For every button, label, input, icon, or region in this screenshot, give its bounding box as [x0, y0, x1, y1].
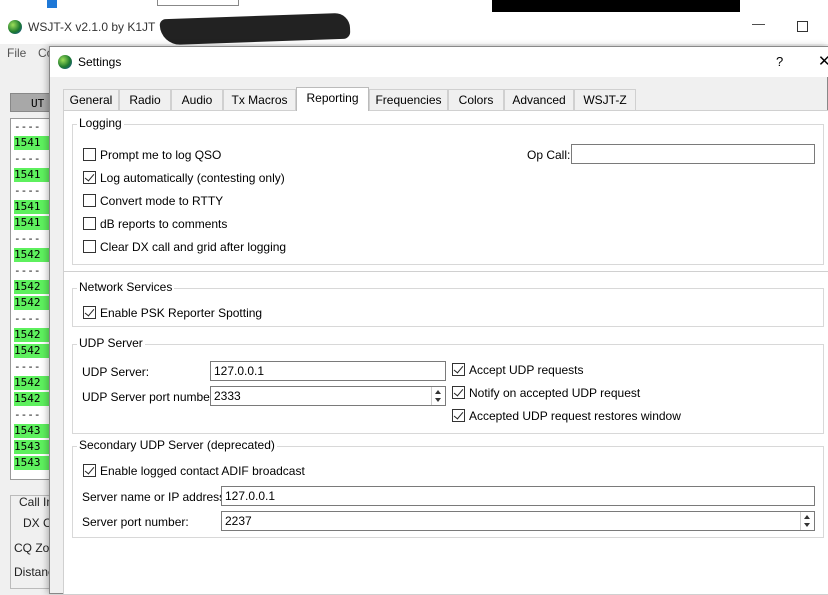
- maximize-icon[interactable]: [797, 21, 808, 32]
- waterfall-strip: [492, 0, 740, 12]
- udp-server-group: UDP Server UDP Server: 127.0.0.1 UDP Ser…: [72, 336, 824, 434]
- progress-indicator: [47, 0, 57, 8]
- help-icon[interactable]: ?: [776, 54, 783, 69]
- secondary-server-label: Server name or IP address:: [82, 490, 229, 504]
- convert-rtty-checkbox[interactable]: [83, 194, 96, 207]
- minimize-icon[interactable]: —: [752, 16, 765, 31]
- db-reports-checkbox[interactable]: [83, 217, 96, 230]
- prompt-log-qso-checkbox[interactable]: [83, 148, 96, 161]
- adif-broadcast-label: Enable logged contact ADIF broadcast: [100, 464, 305, 478]
- dialog-title: Settings: [78, 55, 122, 69]
- restore-window-label: Accepted UDP request restores window: [469, 409, 681, 423]
- psk-reporter-checkbox[interactable]: [83, 306, 96, 319]
- secondary-server-input[interactable]: 127.0.0.1: [221, 486, 815, 506]
- secondary-port-spin-arrows[interactable]: [800, 512, 814, 530]
- accept-udp-checkbox[interactable]: [452, 363, 465, 376]
- spin-up-icon[interactable]: [804, 515, 810, 519]
- adif-broadcast-checkbox[interactable]: [83, 464, 96, 477]
- dialog-title-bar: [50, 47, 828, 77]
- distance-label: Distanc: [14, 565, 55, 579]
- secondary-port-label: Server port number:: [82, 515, 189, 529]
- tab-advanced[interactable]: Advanced: [504, 89, 574, 110]
- tab-wsjt-z[interactable]: WSJT-Z: [574, 89, 636, 110]
- convert-rtty-label: Convert mode to RTTY: [100, 194, 224, 208]
- udp-server-title: UDP Server: [77, 336, 145, 350]
- logging-group: Logging Prompt me to log QSO Log automat…: [72, 116, 824, 265]
- call-info-label: Call In: [19, 495, 54, 509]
- tab-tx-macros[interactable]: Tx Macros: [223, 89, 296, 110]
- secondary-udp-group: Secondary UDP Server (deprecated) Enable…: [72, 438, 824, 538]
- spin-down-icon[interactable]: [804, 523, 810, 527]
- settings-dialog: Settings ? ✕ General Radio Audio Tx Macr…: [49, 46, 828, 595]
- app-globe-icon: [8, 20, 22, 34]
- logging-group-title: Logging: [77, 116, 124, 130]
- spin-up-icon[interactable]: [435, 390, 441, 394]
- main-window-title: WSJT-X v2.1.0 by K1JT: [28, 20, 156, 34]
- top-combo[interactable]: [157, 0, 239, 6]
- network-services-title: Network Services: [77, 280, 175, 294]
- log-automatically-label: Log automatically (contesting only): [100, 171, 285, 185]
- restore-window-checkbox[interactable]: [452, 409, 465, 422]
- tab-reporting[interactable]: Reporting: [296, 87, 369, 111]
- udp-server-label: UDP Server:: [82, 365, 150, 379]
- udp-port-value: 2333: [214, 389, 241, 403]
- close-icon[interactable]: ✕: [818, 52, 828, 70]
- udp-server-input[interactable]: 127.0.0.1: [210, 361, 446, 381]
- op-call-input[interactable]: [571, 144, 815, 164]
- tab-colors[interactable]: Colors: [448, 89, 504, 110]
- secondary-port-spinbox[interactable]: 2237: [221, 511, 815, 531]
- dialog-globe-icon: [58, 55, 72, 69]
- secondary-udp-title: Secondary UDP Server (deprecated): [77, 438, 277, 452]
- op-call-label: Op Call:: [527, 148, 571, 162]
- tab-frequencies[interactable]: Frequencies: [369, 89, 448, 110]
- tab-general[interactable]: General: [63, 89, 119, 110]
- psk-reporter-label: Enable PSK Reporter Spotting: [100, 306, 263, 320]
- accept-udp-label: Accept UDP requests: [469, 363, 584, 377]
- spin-down-icon[interactable]: [435, 398, 441, 402]
- clear-dx-label: Clear DX call and grid after logging: [100, 240, 287, 254]
- udp-port-label: UDP Server port number:: [82, 390, 218, 404]
- tab-radio[interactable]: Radio: [119, 89, 171, 110]
- notify-udp-checkbox[interactable]: [452, 386, 465, 399]
- udp-port-spin-arrows[interactable]: [431, 387, 445, 405]
- db-reports-label: dB reports to comments: [100, 217, 228, 231]
- udp-port-spinbox[interactable]: 2333: [210, 386, 446, 406]
- section-divider: [64, 271, 828, 272]
- tab-audio[interactable]: Audio: [171, 89, 223, 110]
- reporting-tab-panel: Logging Prompt me to log QSO Log automat…: [63, 110, 828, 595]
- prompt-log-qso-label: Prompt me to log QSO: [100, 148, 222, 162]
- network-services-group: Network Services Enable PSK Reporter Spo…: [72, 280, 824, 327]
- log-automatically-checkbox[interactable]: [83, 171, 96, 184]
- menu-file[interactable]: File: [7, 46, 26, 60]
- secondary-port-value: 2237: [225, 514, 252, 528]
- notify-udp-label: Notify on accepted UDP request: [469, 386, 641, 400]
- clear-dx-checkbox[interactable]: [83, 240, 96, 253]
